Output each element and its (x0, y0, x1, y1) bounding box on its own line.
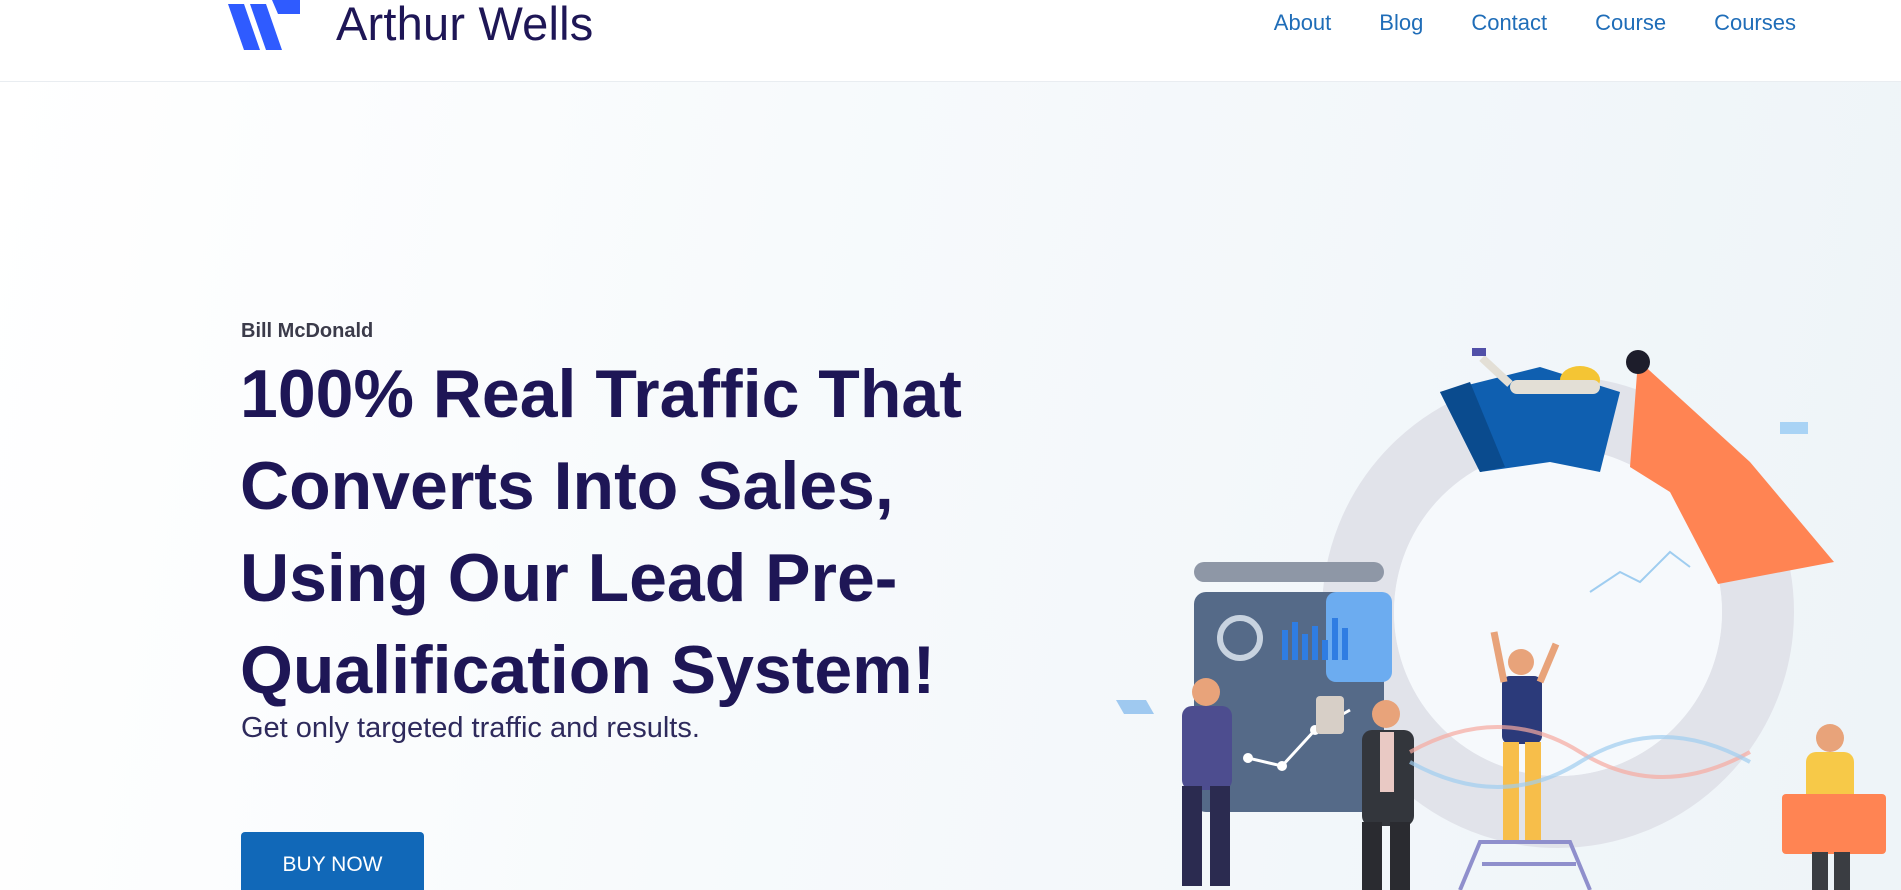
main-nav: About Blog Contact Course Courses (1274, 10, 1796, 36)
nav-link-courses[interactable]: Courses (1714, 10, 1796, 36)
nav-link-contact[interactable]: Contact (1471, 10, 1547, 36)
brand-name[interactable]: Arthur Wells (336, 0, 593, 51)
hero-eyebrow: Bill McDonald (241, 320, 374, 342)
hero-subheadline: Get only targeted traffic and results. (241, 712, 700, 744)
hero-section: Bill McDonald 100% Real Traffic That Con… (0, 82, 1901, 890)
nav-link-about[interactable]: About (1274, 10, 1332, 36)
buy-now-button[interactable]: BUY NOW (241, 832, 424, 890)
nav-link-blog[interactable]: Blog (1379, 10, 1423, 36)
site-header: Arthur Wells About Blog Contact Course C… (0, 0, 1901, 82)
hero-headline: 100% Real Traffic That Converts Into Sal… (240, 356, 962, 708)
analytics-team-illustration (1116, 348, 1886, 890)
logo-mark-icon[interactable] (226, 0, 306, 52)
nav-link-course[interactable]: Course (1595, 10, 1666, 36)
